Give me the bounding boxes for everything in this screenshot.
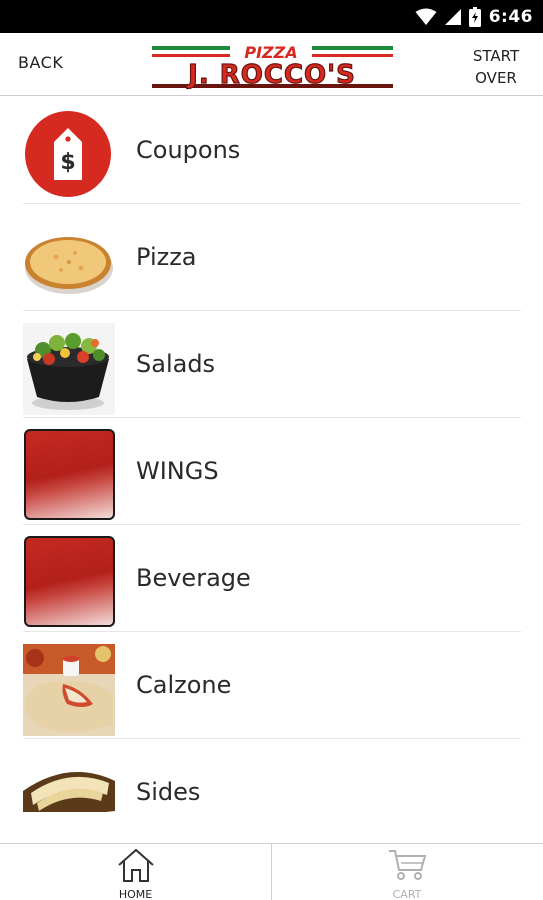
cart-icon bbox=[389, 850, 427, 880]
tab-cart[interactable]: CART bbox=[271, 844, 542, 900]
menu-item-label: Sides bbox=[136, 778, 201, 806]
red-placeholder-tile bbox=[24, 536, 115, 627]
menu-item-salads[interactable]: Salads bbox=[0, 311, 543, 418]
svg-text:$: $ bbox=[60, 150, 75, 175]
menu-item-calzone[interactable]: Calzone bbox=[0, 632, 543, 739]
menu-item-label: Calzone bbox=[136, 671, 232, 699]
status-bar: 6:46 bbox=[0, 0, 543, 33]
signal-icon bbox=[444, 8, 461, 25]
battery-charging-icon bbox=[468, 6, 481, 27]
tab-home-label: HOME bbox=[118, 888, 153, 900]
status-icons: 6:46 bbox=[415, 0, 533, 33]
logo-main-text: J. ROCCO'S bbox=[186, 60, 356, 90]
red-placeholder-tile bbox=[24, 429, 115, 520]
sides-photo bbox=[23, 751, 115, 812]
menu-item-pizza[interactable]: Pizza bbox=[0, 204, 543, 311]
menu-item-label: Salads bbox=[136, 350, 216, 378]
start-over-line1: START bbox=[472, 47, 520, 65]
pizza-photo bbox=[23, 216, 115, 308]
j-roccos-pizza-logo: PIZZA J. ROCCO'S bbox=[152, 43, 393, 90]
home-icon bbox=[117, 848, 154, 882]
menu-category-list[interactable]: $ Coupons Pizza Salads WINGS Beverage Ca… bbox=[0, 97, 543, 812]
salad-photo bbox=[23, 323, 115, 415]
menu-item-label: WINGS bbox=[136, 457, 219, 485]
tab-cart-label: CART bbox=[392, 888, 422, 900]
wifi-icon bbox=[415, 8, 437, 25]
tab-home[interactable]: HOME bbox=[0, 844, 271, 900]
start-over-line2: OVER bbox=[475, 69, 517, 87]
menu-item-label: Coupons bbox=[136, 136, 241, 164]
menu-item-beverage[interactable]: Beverage bbox=[0, 525, 543, 632]
menu-item-label: Beverage bbox=[136, 564, 251, 592]
menu-item-wings[interactable]: WINGS bbox=[0, 418, 543, 525]
bottom-tab-bar: HOME CART bbox=[0, 843, 543, 900]
start-over-button[interactable]: START OVER bbox=[471, 45, 521, 89]
menu-item-label: Pizza bbox=[136, 243, 197, 271]
back-button[interactable]: BACK bbox=[18, 53, 63, 72]
app-header: BACK PIZZA J. ROCCO'S START OVER bbox=[0, 33, 543, 96]
menu-item-coupons[interactable]: $ Coupons bbox=[0, 97, 543, 204]
coupon-tag-icon: $ bbox=[25, 111, 111, 197]
status-time: 6:46 bbox=[488, 6, 533, 27]
calzone-photo bbox=[23, 644, 115, 736]
menu-item-sides[interactable]: Sides bbox=[0, 739, 543, 812]
